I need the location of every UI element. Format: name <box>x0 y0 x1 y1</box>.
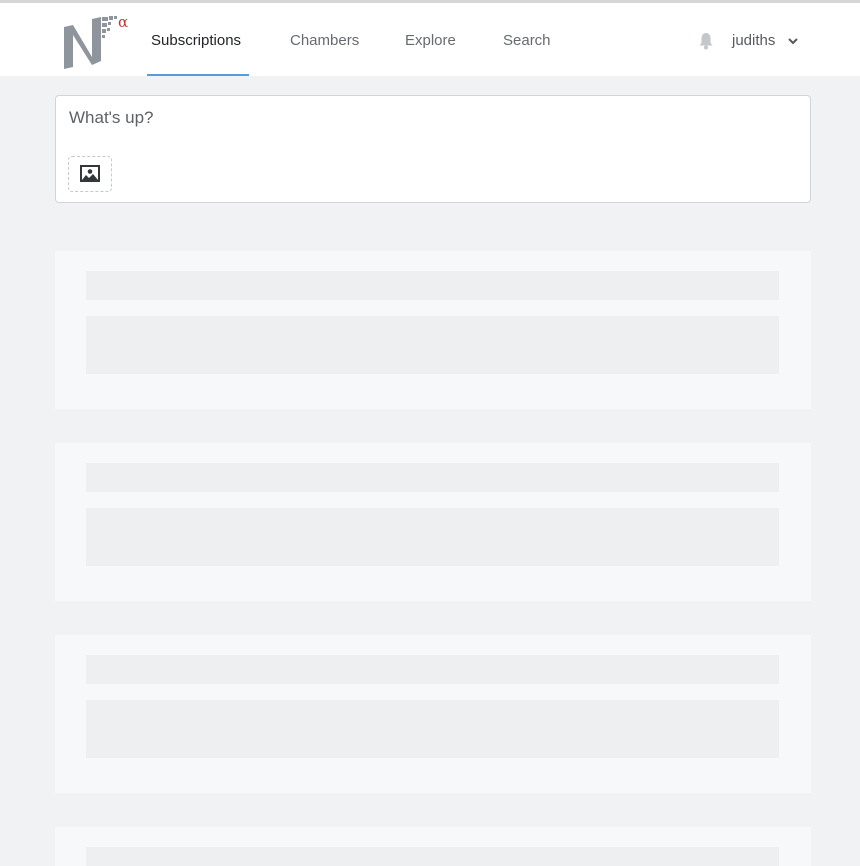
tab-chambers[interactable]: Chambers <box>290 3 359 76</box>
loading-post-placeholder <box>55 827 811 866</box>
loading-post-placeholder <box>55 635 811 793</box>
tab-subscriptions[interactable]: Subscriptions <box>151 3 241 76</box>
tab-explore[interactable]: Explore <box>405 3 456 76</box>
user-menu-button[interactable]: judiths <box>732 3 775 76</box>
skeleton-line <box>86 847 779 866</box>
skeleton-block <box>86 508 779 566</box>
skeleton-line <box>86 655 779 684</box>
attach-image-button[interactable] <box>68 156 112 192</box>
loading-post-placeholder <box>55 251 811 409</box>
loading-post-placeholder <box>55 443 811 601</box>
post-composer: What's up? <box>55 95 811 203</box>
app-logo[interactable]: α <box>62 13 132 71</box>
logo-mark-icon: α <box>64 13 128 69</box>
bell-icon[interactable] <box>698 32 714 50</box>
skeleton-line <box>86 271 779 300</box>
navbar: α Subscriptions Chambers Explore Search … <box>0 3 860 76</box>
tab-search[interactable]: Search <box>503 3 551 76</box>
alpha-glyph: α <box>118 13 128 31</box>
skeleton-block <box>86 700 779 758</box>
username-label: judiths <box>732 32 776 49</box>
skeleton-block <box>86 316 779 374</box>
image-icon <box>80 165 100 182</box>
active-tab-indicator <box>147 74 249 76</box>
chevron-down-icon[interactable] <box>787 36 799 46</box>
skeleton-line <box>86 463 779 492</box>
post-input[interactable]: What's up? <box>69 108 154 128</box>
